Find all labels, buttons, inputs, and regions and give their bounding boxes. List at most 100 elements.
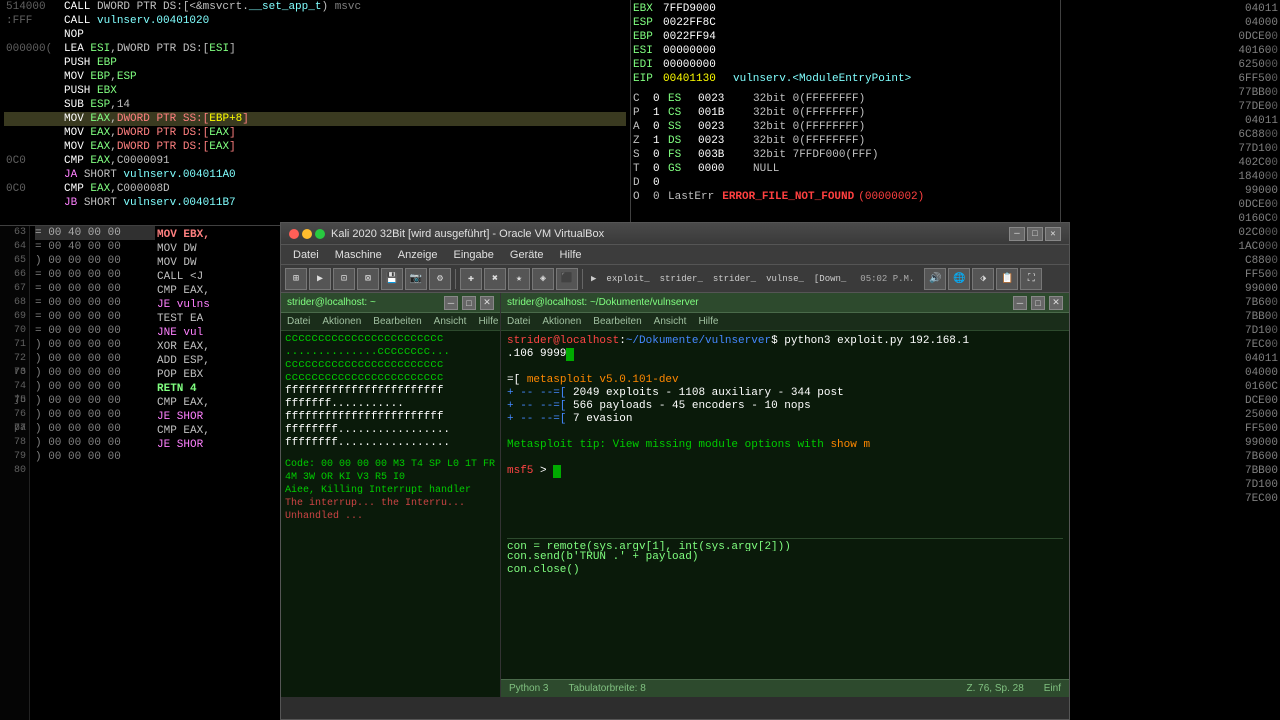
vm-win-controls[interactable]: ─ □ ✕ (1009, 227, 1061, 241)
vm-tool-btn-11[interactable]: ◈ (532, 268, 554, 290)
term-right-maximize[interactable]: □ (1031, 296, 1045, 310)
term-right-menu-hilfe[interactable]: Hilfe (692, 316, 724, 327)
code-line-79: con.send(b'TRUN .' + payload) (507, 551, 1063, 564)
vm-maximize-btn[interactable] (315, 229, 325, 239)
term-left-close[interactable]: ✕ (480, 296, 494, 310)
vm-titlebar[interactable]: Kali 2020 32Bit [wird ausgeführt] - Orac… (281, 223, 1069, 245)
status-position: Z. 76, Sp. 28 (967, 683, 1024, 694)
toolbar-tab-down[interactable]: [Down_ (814, 274, 846, 284)
toolbar-tab-strider1[interactable]: strider_ (660, 274, 703, 284)
hex-line: fffffff........... (285, 398, 496, 411)
term-left-title: strider@localhost: ~ (287, 297, 376, 308)
term-left-menu-aktionen[interactable]: Aktionen (316, 316, 367, 327)
term-right-menu-bearbeiten[interactable]: Bearbeiten (587, 316, 647, 327)
vm-tool-btn-4[interactable]: ⊠ (357, 268, 379, 290)
toolbar-tab-strider2[interactable]: strider_ (713, 274, 756, 284)
vm-tool-btn-10[interactable]: ★ (508, 268, 530, 290)
vm-tool-btn-12[interactable]: ⬛ (556, 268, 578, 290)
vm-tool-btn-6[interactable]: 📷 (405, 268, 427, 290)
term-right-close[interactable]: ✕ (1049, 296, 1063, 310)
registers-panel: EBX 7FFD9000 ESP 0022FF8C EBP 0022FF94 E… (630, 0, 1060, 225)
term-left-titlebar[interactable]: strider@localhost: ~ ─ □ ✕ (281, 293, 500, 313)
reg-esp: ESP 0022FF8C (633, 16, 1058, 30)
term-right-menu-datei[interactable]: Datei (501, 316, 536, 327)
toolbar-tab-vulnse[interactable]: vulnse_ (766, 274, 804, 284)
vm-menu-maschine[interactable]: Maschine (327, 245, 390, 265)
term-left-maximize[interactable]: □ (462, 296, 476, 310)
interrupt-line: The interrup... the Interru... (285, 497, 496, 510)
flag-t: T0 GS 0000 NULL (633, 162, 1058, 176)
reg-ebp: EBP 0022FF94 (633, 30, 1058, 44)
msf-prompt: msf5 > (507, 465, 1063, 478)
status-lang: Python 3 (509, 683, 548, 694)
terminal-blank (507, 361, 1063, 374)
disasm-line: 000000( LEA ESI,DWORD PTR DS:[ESI] (4, 42, 626, 56)
flag-z: Z1 DS 0023 32bit 0(FFFFFFFF) (633, 134, 1058, 148)
status-mode: Einf (1044, 683, 1061, 694)
flag-c: C0 ES 0023 32bit 0(FFFFFFFF) (633, 92, 1058, 106)
vm-tool-btn-8[interactable]: ✚ (460, 268, 482, 290)
term-left-menu-ansicht[interactable]: Ansicht (428, 316, 473, 327)
disasm-line-highlighted: MOV EAX,DWORD PTR SS:[EBP+8] (4, 112, 626, 126)
terminal-right: strider@localhost: ~/Dokumente/vulnserve… (501, 293, 1069, 697)
vm-menu-geraete[interactable]: Geräte (502, 245, 552, 265)
vm-virtualbox-window: Kali 2020 32Bit [wird ausgeführt] - Orac… (280, 222, 1070, 720)
vm-close-btn[interactable] (289, 229, 299, 239)
vm-tool-btn-3[interactable]: ⊡ (333, 268, 355, 290)
term-right-menu-ansicht[interactable]: Ansicht (648, 316, 693, 327)
vm-restore-button[interactable]: □ (1027, 227, 1043, 241)
toolbar-time: 05:02 P.M. (860, 274, 914, 284)
vm-usb-btn[interactable]: ⬗ (972, 268, 994, 290)
msf-tip: Metasploit tip: View missing module opti… (507, 439, 1063, 452)
msf-banner-1: =[ metasploit v5.0.101-dev (507, 374, 1063, 387)
vm-minimize-button[interactable]: ─ (1009, 227, 1025, 241)
disasm-line: 0C0 CMP EAX,C0000091 (4, 154, 626, 168)
term-left-menu-hilfe[interactable]: Hilfe (472, 316, 504, 327)
vm-fs-btn[interactable]: ⛶ (1020, 268, 1042, 290)
msf-banner-4: + -- --=[ 7 evasion (507, 413, 1063, 426)
term-right-minimize[interactable]: ─ (1013, 296, 1027, 310)
vm-minimize-btn[interactable] (302, 229, 312, 239)
toolbar-tab-exploit[interactable]: exploit_ (606, 274, 649, 284)
term-right-titlebar[interactable]: strider@localhost: ~/Dokumente/vulnserve… (501, 293, 1069, 313)
flag-a: A0 SS 0023 32bit 0(FFFFFFFF) (633, 120, 1058, 134)
code-section: Code: 00 00 00 00 M3 T4 SP L0 1T FR 4M 3… (285, 458, 496, 484)
vm-menu-eingabe[interactable]: Eingabe (446, 245, 502, 265)
vm-tool-btn-1[interactable]: ⊞ (285, 268, 307, 290)
term-right-title: strider@localhost: ~/Dokumente/vulnserve… (507, 297, 699, 308)
term-left-menubar: Datei Aktionen Bearbeiten Ansicht Hilfe (281, 313, 500, 331)
vm-net-btn[interactable]: 🌐 (948, 268, 970, 290)
reg-edi: EDI 00000000 (633, 58, 1058, 72)
interrupt-line2: Unhandled ... (285, 510, 496, 523)
vm-menu-hilfe[interactable]: Hilfe (552, 245, 590, 265)
vm-close-button[interactable]: ✕ (1045, 227, 1061, 241)
disasm-line: 514000 CALL DWORD PTR DS:[<&msvcrt.__set… (4, 0, 626, 14)
vm-tool-btn-5[interactable]: 💾 (381, 268, 403, 290)
term-left-menu-bearbeiten[interactable]: Bearbeiten (367, 316, 427, 327)
disasm-panel: 514000 CALL DWORD PTR DS:[<&msvcrt.__set… (0, 0, 630, 225)
vm-title-text: Kali 2020 32Bit [wird ausgeführt] - Orac… (331, 228, 1009, 240)
term-right-menu-aktionen[interactable]: Aktionen (536, 316, 587, 327)
disasm-line: JB SHORT vulnserv.004011B7 (4, 196, 626, 210)
terminal-left: strider@localhost: ~ ─ □ ✕ Datei Aktione… (281, 293, 501, 697)
term-left-minimize[interactable]: ─ (444, 296, 458, 310)
aiee-line: Aiee, Killing Interrupt handler (285, 484, 496, 497)
vm-tool-btn-2[interactable]: ▶ (309, 268, 331, 290)
disasm-line: 0C0 CMP EAX,C000008D (4, 182, 626, 196)
disasm-second-panel: MOV EBX, MOV DW MOV DW CALL <J CMP EAX, … (155, 225, 280, 720)
hex-line: cccccccccccccccccccccccc (285, 333, 496, 346)
error-file-not-found: O 0 LastErr ERROR_FILE_NOT_FOUND (000000… (633, 190, 1058, 204)
term-left-menu-datei[interactable]: Datei (281, 316, 316, 327)
disasm-line: PUSH EBX (4, 84, 626, 98)
vm-tool-btn-9[interactable]: ✖ (484, 268, 506, 290)
vm-audio-btn[interactable]: 🔊 (924, 268, 946, 290)
vm-clipboard-btn[interactable]: 📋 (996, 268, 1018, 290)
vm-tool-btn-7[interactable]: ⚙ (429, 268, 451, 290)
vm-menubar: Datei Maschine Anzeige Eingabe Geräte Hi… (281, 245, 1069, 265)
flag-p: P1 CS 001B 32bit 0(FFFFFFFF) (633, 106, 1058, 120)
vm-menu-anzeige[interactable]: Anzeige (390, 245, 446, 265)
code-line-80: con.close() (507, 564, 1063, 577)
term-right-menubar: Datei Aktionen Bearbeiten Ansicht Hilfe (501, 313, 1069, 331)
vm-content-area: strider@localhost: ~ ─ □ ✕ Datei Aktione… (281, 293, 1069, 697)
vm-menu-datei[interactable]: Datei (285, 245, 327, 265)
